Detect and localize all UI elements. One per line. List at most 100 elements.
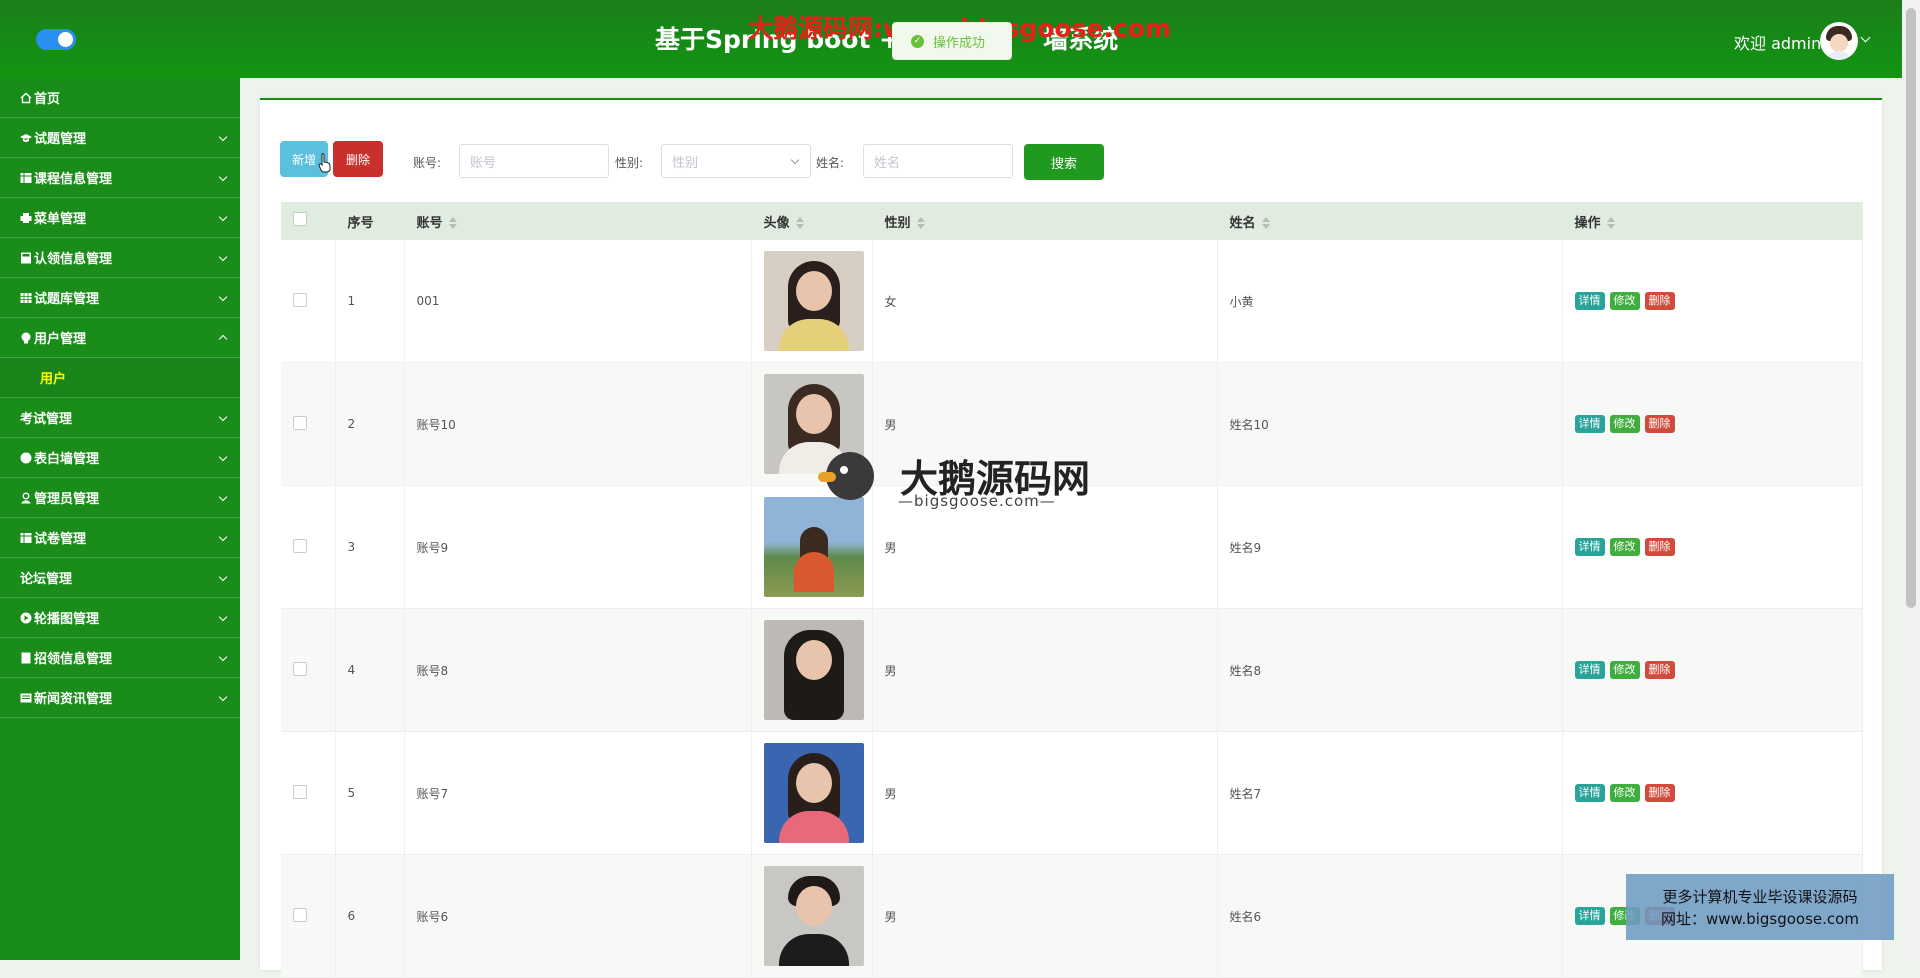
name-filter-label: 姓名:: [816, 156, 845, 170]
column-header-name[interactable]: 姓名: [1217, 202, 1563, 240]
row-gender: 男: [872, 731, 1218, 855]
remove-button[interactable]: 删除: [1644, 292, 1675, 310]
sort-icon[interactable]: [448, 217, 457, 229]
circle-icon: [20, 452, 32, 464]
row-checkbox[interactable]: [293, 538, 307, 553]
sidebar-item-users[interactable]: 用户管理: [0, 318, 240, 358]
row-actions: 详情修改删除: [1562, 608, 1863, 732]
row-checkbox[interactable]: [293, 415, 307, 430]
detail-button[interactable]: 详情: [1574, 538, 1605, 556]
sidebar-item-forum[interactable]: 论坛管理: [0, 558, 240, 598]
avatar-photo[interactable]: [763, 620, 864, 720]
sort-icon[interactable]: [1261, 217, 1270, 229]
user-icon: [20, 492, 32, 504]
sidebar-item-label: 论坛管理: [20, 572, 73, 587]
sort-icon[interactable]: [795, 217, 804, 229]
sidebar: 首页 试题管理 课程信息管理 菜单管理 认领信息管理 试题库管理 用户管理 用户…: [0, 78, 240, 960]
detail-button[interactable]: 详情: [1574, 415, 1605, 433]
delete-button[interactable]: 删除: [333, 141, 383, 177]
column-header-gender[interactable]: 性别: [872, 202, 1218, 240]
detail-button[interactable]: 详情: [1574, 661, 1605, 679]
row-actions: 详情修改删除: [1562, 362, 1863, 486]
sidebar-toggle-switch[interactable]: [36, 29, 76, 50]
detail-button[interactable]: 详情: [1574, 784, 1605, 802]
sort-icon[interactable]: [916, 217, 925, 229]
remove-button[interactable]: 删除: [1644, 784, 1675, 802]
user-bulb-icon: [20, 332, 32, 344]
column-header-actions[interactable]: 操作: [1562, 202, 1863, 240]
sidebar-subitem-user[interactable]: 用户: [0, 358, 240, 398]
select-all-checkbox[interactable]: [293, 212, 307, 226]
row-select-cell: [281, 240, 336, 363]
remove-button[interactable]: 删除: [1644, 661, 1675, 679]
row-index: 5: [335, 731, 405, 855]
row-checkbox[interactable]: [293, 661, 307, 676]
account-search-input[interactable]: 账号: [459, 144, 609, 178]
column-header-avatar[interactable]: 头像: [751, 202, 873, 240]
row-gender: 男: [872, 608, 1218, 732]
avatar-photo[interactable]: [763, 743, 864, 843]
home-icon: [20, 92, 32, 104]
sidebar-item-question-bank[interactable]: 试题库管理: [0, 278, 240, 318]
table-row: 4 账号8 男 姓名8 详情 修改 删除: [281, 608, 1863, 732]
row-index: 3: [335, 485, 405, 609]
row-checkbox[interactable]: [293, 784, 307, 799]
edit-button[interactable]: 修改: [1609, 784, 1640, 802]
play-circle-icon: [20, 612, 32, 624]
sort-icon[interactable]: [1606, 217, 1615, 229]
avatar-photo[interactable]: [763, 251, 864, 351]
chevron-down-icon: [790, 155, 800, 165]
gender-select[interactable]: 性别: [661, 144, 811, 178]
sidebar-item-found[interactable]: 招领信息管理: [0, 638, 240, 678]
row-checkbox[interactable]: [293, 907, 307, 922]
sidebar-item-exams[interactable]: 考试管理: [0, 398, 240, 438]
avatar-photo[interactable]: [763, 497, 864, 597]
sidebar-item-carousel[interactable]: 轮播图管理: [0, 598, 240, 638]
detail-button[interactable]: 详情: [1574, 907, 1605, 925]
name-search-input[interactable]: 姓名: [863, 144, 1013, 178]
sidebar-item-admins[interactable]: 管理员管理: [0, 478, 240, 518]
success-toast: ✓ 操作成功: [892, 22, 1012, 60]
remove-button[interactable]: 删除: [1644, 415, 1675, 433]
sidebar-item-label: 用户管理: [34, 332, 87, 347]
chevron-down-icon[interactable]: [1860, 32, 1871, 43]
remove-button[interactable]: 删除: [1644, 538, 1675, 556]
avatar-photo[interactable]: [763, 866, 864, 966]
row-avatar-cell: [751, 240, 873, 363]
table-row: 5 账号7 男 姓名7 详情 修改 删除: [281, 731, 1863, 855]
sidebar-item-news[interactable]: 新闻资讯管理: [0, 678, 240, 718]
row-avatar-cell: [751, 731, 873, 855]
page-scrollbar[interactable]: [1902, 0, 1920, 960]
edit-button[interactable]: 修改: [1609, 415, 1640, 433]
edit-button[interactable]: 修改: [1609, 292, 1640, 310]
row-name: 姓名10: [1217, 362, 1563, 486]
detail-button[interactable]: 详情: [1574, 292, 1605, 310]
row-name: 姓名6: [1217, 854, 1563, 978]
sidebar-item-courses[interactable]: 课程信息管理: [0, 158, 240, 198]
sidebar-item-papers[interactable]: 试卷管理: [0, 518, 240, 558]
row-actions: 详情修改删除: [1562, 240, 1863, 363]
row-checkbox[interactable]: [293, 292, 307, 307]
row-index: 2: [335, 362, 405, 486]
watermark-box-line1: 更多计算机专业毕设课设源码: [1662, 888, 1858, 906]
sidebar-item-confession-wall[interactable]: 表白墙管理: [0, 438, 240, 478]
goose-logo-icon: [818, 452, 874, 500]
user-avatar[interactable]: [1820, 22, 1858, 60]
sidebar-item-questions[interactable]: 试题管理: [0, 118, 240, 158]
gender-filter-label: 性别:: [615, 156, 644, 170]
search-button[interactable]: 搜索: [1024, 144, 1104, 180]
row-select-cell: [281, 362, 336, 486]
column-header-account[interactable]: 账号: [404, 202, 752, 240]
sidebar-item-claims[interactable]: 认领信息管理: [0, 238, 240, 278]
column-header-label: 性别: [884, 215, 911, 231]
scrollbar-thumb[interactable]: [1906, 8, 1916, 608]
welcome-text: 欢迎 admin: [1734, 34, 1822, 53]
edit-button[interactable]: 修改: [1609, 661, 1640, 679]
edit-button[interactable]: 修改: [1609, 538, 1640, 556]
sidebar-item-menu[interactable]: 菜单管理: [0, 198, 240, 238]
select-all-cell: [281, 202, 336, 240]
row-avatar-cell: [751, 854, 873, 978]
chevron-down-icon: [218, 692, 228, 702]
chevron-down-icon: [218, 132, 228, 142]
sidebar-item-home[interactable]: 首页: [0, 78, 240, 118]
